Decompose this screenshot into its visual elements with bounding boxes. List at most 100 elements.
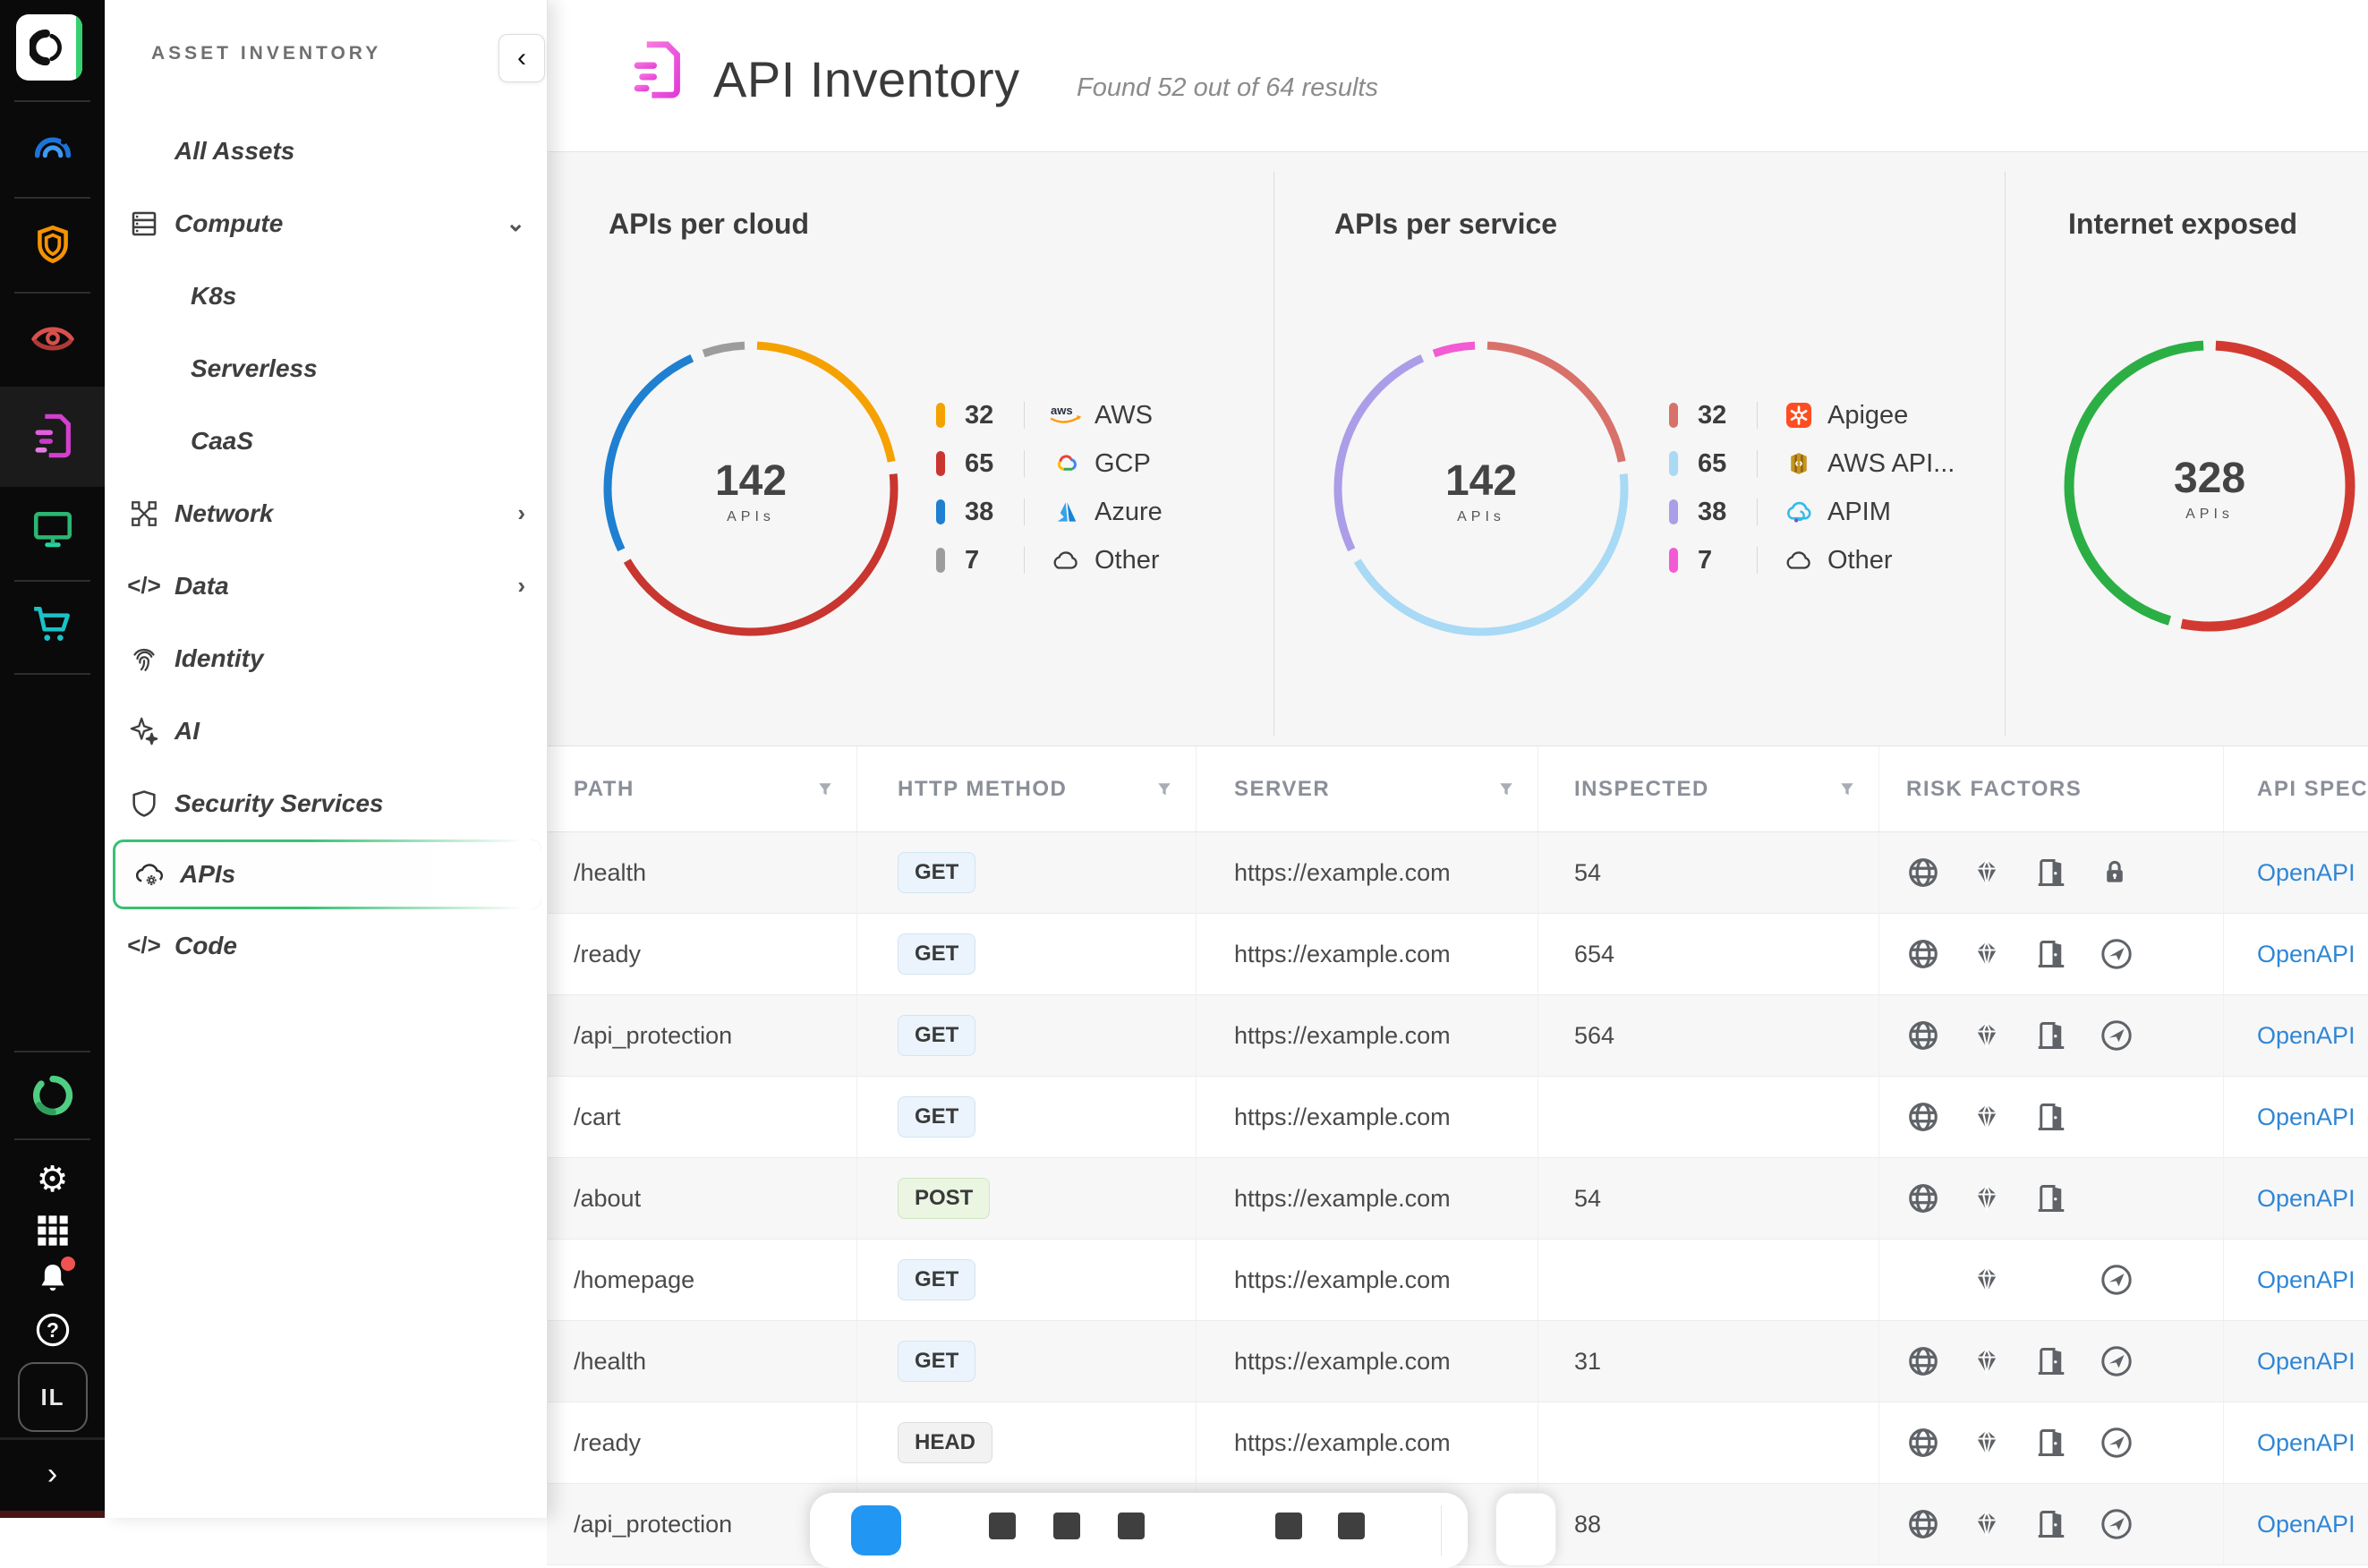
legend-color-chip xyxy=(936,499,945,524)
table-row[interactable]: /api_protectionGEThttps://example.com564… xyxy=(547,995,2368,1077)
table-row[interactable]: /readyHEADhttps://example.comOpenAPI xyxy=(547,1402,2368,1484)
donut-segment-Other[interactable] xyxy=(1434,345,1475,354)
rail-item-ring-logo[interactable] xyxy=(0,1067,105,1124)
legend-item-azure[interactable]: 38 Azure xyxy=(936,488,1163,536)
table-row[interactable]: /aboutPOSThttps://example.com54OpenAPI xyxy=(547,1158,2368,1240)
rail-item-dashboard[interactable] xyxy=(0,118,105,177)
toolbar-icon-5[interactable] xyxy=(1338,1513,1365,1539)
column-header-http-method[interactable]: HTTP METHOD xyxy=(857,746,1197,831)
api-spec-link[interactable]: OpenAPI xyxy=(2257,1511,2355,1538)
method-badge: POST xyxy=(898,1178,990,1219)
globe-icon xyxy=(1906,1426,1971,1460)
table-row[interactable]: /homepageGEThttps://example.comOpenAPI xyxy=(547,1240,2368,1321)
legend-item-gcp[interactable]: 65 GCP xyxy=(936,439,1163,488)
chevron-right-icon[interactable]: › xyxy=(517,572,525,600)
filter-funnel-icon[interactable] xyxy=(1839,781,1855,797)
donut-segment-AWS[interactable] xyxy=(757,345,891,462)
donut-segment-Other[interactable] xyxy=(703,345,745,354)
rail-item-eye[interactable] xyxy=(0,308,105,363)
filter-funnel-icon[interactable] xyxy=(817,781,833,797)
legend-item-apim[interactable]: 38 APIM xyxy=(1669,488,1955,536)
cell-server: https://example.com xyxy=(1197,1321,1538,1402)
legend-item-aws-api-gateway[interactable]: 65 AWS API... xyxy=(1669,439,1955,488)
legend-item-apigee[interactable]: 32 Apigee xyxy=(1669,391,1955,439)
sidebar-item-k8s[interactable]: K8s xyxy=(105,260,547,332)
table-row[interactable]: /healthGEThttps://example.com54OpenAPI xyxy=(547,832,2368,914)
cell-server: https://example.com xyxy=(1197,1077,1538,1157)
apps-grid-icon xyxy=(35,1213,71,1248)
sidebar-item-apis-selected[interactable]: APIs xyxy=(113,839,541,909)
sidebar-item-caas[interactable]: CaaS xyxy=(105,405,547,477)
user-initials: IL xyxy=(40,1384,64,1411)
lock-icon xyxy=(2100,856,2164,889)
legend-item-other-service[interactable]: 7 Other xyxy=(1669,536,1955,584)
cell-http-method: GET xyxy=(857,1240,1197,1320)
gem-icon xyxy=(1971,856,2035,889)
rail-item-shield[interactable] xyxy=(0,215,105,274)
code-brackets-icon: </> xyxy=(124,567,164,606)
column-header-server[interactable]: SERVER xyxy=(1197,746,1538,831)
rail-item-monitor[interactable] xyxy=(0,499,105,558)
user-badge[interactable]: IL xyxy=(18,1362,88,1432)
donut-segment-Apigee[interactable] xyxy=(1487,345,1622,462)
filter-funnel-icon[interactable] xyxy=(1156,781,1172,797)
sidebar-item-serverless[interactable]: Serverless xyxy=(105,332,547,405)
sidebar-item-all-assets[interactable]: All Assets xyxy=(105,115,547,187)
api-spec-link[interactable]: OpenAPI xyxy=(2257,1185,2355,1213)
api-spec-link[interactable]: OpenAPI xyxy=(2257,1266,2355,1294)
api-spec-link[interactable]: OpenAPI xyxy=(2257,1104,2355,1131)
shield-outline-icon xyxy=(124,784,164,823)
column-header-api-spec[interactable]: API SPEC xyxy=(2224,746,2368,831)
sidebar-item-code[interactable]: </> Code xyxy=(105,909,547,982)
rail-item-apps[interactable] xyxy=(0,1206,105,1255)
dashboard-arc-icon xyxy=(30,124,76,171)
table-row[interactable]: /cartGEThttps://example.comOpenAPI xyxy=(547,1077,2368,1158)
orca-logo[interactable] xyxy=(16,14,82,81)
sidebar-item-data[interactable]: </> Data › xyxy=(105,550,547,622)
filter-funnel-icon[interactable] xyxy=(1498,781,1514,797)
api-spec-link[interactable]: OpenAPI xyxy=(2257,1348,2355,1376)
column-header-inspected[interactable]: INSPECTED xyxy=(1538,746,1879,831)
globe-icon xyxy=(1906,1344,1971,1378)
sidebar-item-security-services[interactable]: Security Services xyxy=(105,767,547,839)
rail-item-notifications[interactable] xyxy=(0,1255,105,1305)
column-header-path[interactable]: PATH xyxy=(547,746,857,831)
legend-item-other-cloud[interactable]: 7 Other xyxy=(936,536,1163,584)
bell-icon xyxy=(35,1260,71,1300)
cell-path: /ready xyxy=(547,914,857,994)
rail-item-help[interactable]: ? xyxy=(0,1305,105,1355)
rail-item-cart[interactable] xyxy=(0,592,105,655)
sidebar-collapse-button[interactable]: ‹ xyxy=(498,34,545,82)
toolbar-icon-1[interactable] xyxy=(989,1513,1016,1539)
sidebar-item-identity[interactable]: Identity xyxy=(105,622,547,695)
api-spec-link[interactable]: OpenAPI xyxy=(2257,941,2355,968)
cell-api-spec: OpenAPI xyxy=(2224,1240,2368,1320)
table-row[interactable]: /healthGEThttps://example.com31OpenAPI xyxy=(547,1321,2368,1402)
floating-side-button[interactable] xyxy=(1495,1493,1556,1566)
eye-red-icon xyxy=(29,318,77,354)
api-spec-link[interactable]: OpenAPI xyxy=(2257,859,2355,887)
method-badge: GET xyxy=(898,933,975,975)
toolbar-primary-button[interactable] xyxy=(851,1505,901,1555)
legend-color-chip xyxy=(936,403,945,428)
legend-item-aws[interactable]: 32 aws AWS xyxy=(936,391,1163,439)
chevron-right-icon[interactable]: › xyxy=(517,499,525,527)
legend-color-chip xyxy=(1669,499,1678,524)
door-icon xyxy=(2035,1427,2100,1459)
toolbar-icon-3[interactable] xyxy=(1118,1513,1145,1539)
chevron-down-icon[interactable]: ⌄ xyxy=(506,209,525,237)
sidebar-item-ai[interactable]: AI xyxy=(105,695,547,767)
table-row[interactable]: /readyGEThttps://example.com654OpenAPI xyxy=(547,914,2368,995)
column-header-risk-factors[interactable]: RISK FACTORS xyxy=(1879,746,2224,831)
rail-item-settings[interactable]: ⚙ xyxy=(0,1155,105,1205)
cloud-outline-icon xyxy=(1048,545,1084,575)
api-spec-link[interactable]: OpenAPI xyxy=(2257,1022,2355,1050)
rail-item-api-inventory-active[interactable] xyxy=(0,405,105,467)
toolbar-icon-4[interactable] xyxy=(1275,1513,1302,1539)
apis-per-service-total: 142 APIs xyxy=(1383,456,1580,525)
sidebar-item-compute[interactable]: Compute ⌄ xyxy=(105,187,547,260)
sidebar-item-network[interactable]: Network › xyxy=(105,477,547,550)
api-spec-link[interactable]: OpenAPI xyxy=(2257,1429,2355,1457)
rail-expand-chevron[interactable]: › xyxy=(0,1457,105,1492)
toolbar-icon-2[interactable] xyxy=(1053,1513,1080,1539)
